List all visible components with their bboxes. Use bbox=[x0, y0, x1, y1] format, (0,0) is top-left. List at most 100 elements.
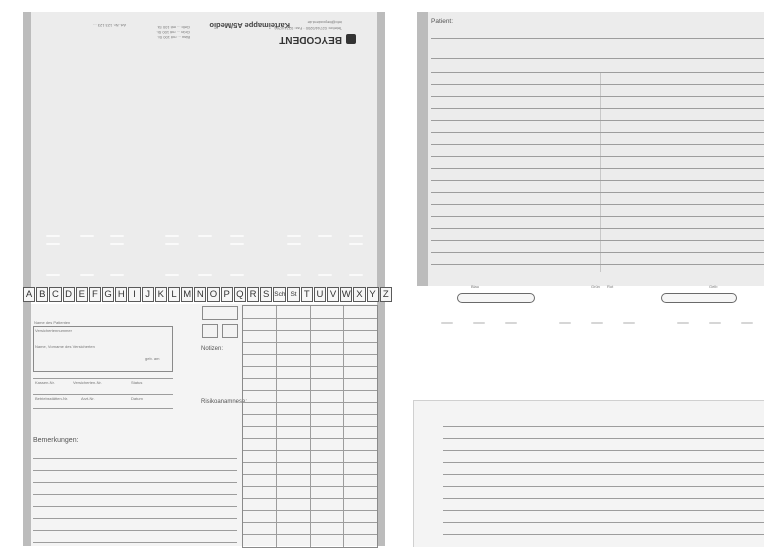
register-tab[interactable]: U bbox=[313, 287, 326, 302]
notes-box-left bbox=[202, 324, 218, 338]
notes-label: Notizen: bbox=[201, 346, 224, 352]
record-line bbox=[431, 252, 764, 253]
left-card-top-panel bbox=[31, 12, 377, 288]
slot-label: Gelb bbox=[709, 284, 718, 289]
risk-history-label: Risikoanamnese: bbox=[201, 399, 248, 405]
perforation-dash bbox=[165, 235, 179, 237]
register-tab[interactable]: V bbox=[326, 287, 340, 302]
record-line bbox=[431, 228, 764, 229]
register-tab[interactable]: X bbox=[353, 287, 366, 302]
form-rule bbox=[33, 378, 173, 379]
fine-print-2: info@beycodent.de bbox=[307, 20, 342, 25]
perforation-dash bbox=[709, 322, 721, 324]
remarks-line bbox=[33, 518, 237, 519]
grid-row-line bbox=[243, 414, 377, 415]
pocket-line bbox=[443, 510, 764, 511]
patient-label: Patient: bbox=[431, 18, 454, 25]
register-tab[interactable]: C bbox=[49, 287, 62, 302]
left-margin-strip bbox=[23, 12, 31, 546]
perforation-dash bbox=[349, 235, 363, 237]
notes-box-right bbox=[222, 324, 238, 338]
perforation-dash bbox=[287, 274, 301, 276]
register-tab[interactable]: H bbox=[115, 287, 128, 302]
slot-label: Grün bbox=[591, 284, 600, 289]
brand-name: BEYCODENT bbox=[279, 34, 342, 45]
register-tab[interactable]: T bbox=[300, 287, 313, 302]
perforation-dash bbox=[230, 243, 244, 245]
record-line bbox=[431, 216, 764, 217]
right-card: Patient: Blau Grün Rot Gelb bbox=[413, 12, 764, 547]
register-tab[interactable]: E bbox=[75, 287, 88, 302]
record-line bbox=[431, 192, 764, 193]
perforation-dash bbox=[318, 274, 332, 276]
company-fine-print-upside-down: Art.-Nr. 123 123 ... bbox=[56, 16, 126, 28]
record-line bbox=[431, 180, 764, 181]
register-tab[interactable]: N bbox=[194, 287, 207, 302]
grid-row-line bbox=[243, 474, 377, 475]
pocket-line bbox=[443, 534, 764, 535]
pocket-line bbox=[443, 450, 764, 451]
register-tab[interactable]: St bbox=[287, 287, 300, 302]
register-tab[interactable]: Z bbox=[379, 287, 392, 302]
insured-number-label: Versicherten-Nr. bbox=[73, 380, 102, 385]
register-tab[interactable]: R bbox=[246, 287, 260, 302]
register-tab[interactable]: Y bbox=[366, 287, 379, 302]
register-tab[interactable]: I bbox=[128, 287, 141, 302]
pocket-line bbox=[443, 486, 764, 487]
record-line bbox=[431, 84, 764, 85]
register-tab[interactable]: P bbox=[220, 287, 233, 302]
left-card-form: Name des Patienten Versichertennummer Na… bbox=[31, 304, 378, 548]
binding-slot-right bbox=[661, 293, 737, 303]
perforation-dash bbox=[741, 322, 753, 324]
record-line bbox=[431, 144, 764, 145]
register-tab[interactable]: Q bbox=[233, 287, 246, 302]
treatment-grid bbox=[242, 305, 378, 548]
date-label: Datum bbox=[131, 396, 143, 401]
perforation-dash bbox=[110, 243, 124, 245]
grid-row-line bbox=[243, 486, 377, 487]
binding-slot-left bbox=[457, 293, 535, 303]
grid-row-line bbox=[243, 498, 377, 499]
insurance-number-label: Versichertennummer bbox=[35, 328, 72, 333]
pocket-line bbox=[443, 474, 764, 475]
insurer-number-label: Kassen-Nr. bbox=[35, 380, 55, 385]
register-tab[interactable]: Sch bbox=[273, 287, 287, 302]
grid-row-line bbox=[243, 450, 377, 451]
register-tab[interactable]: G bbox=[102, 287, 115, 302]
perforation-dash bbox=[230, 235, 244, 237]
register-tab[interactable]: F bbox=[88, 287, 102, 302]
grid-row-line bbox=[243, 462, 377, 463]
form-rule bbox=[33, 408, 173, 409]
perforation-dash bbox=[80, 274, 94, 276]
remarks-line bbox=[33, 482, 237, 483]
perforation-dash bbox=[473, 322, 485, 324]
register-tab[interactable]: S bbox=[260, 287, 273, 302]
record-line bbox=[431, 96, 764, 97]
register-tab[interactable]: W bbox=[340, 287, 353, 302]
perforation-dash bbox=[677, 322, 689, 324]
slot-label: Blau bbox=[471, 284, 480, 289]
register-tab[interactable]: L bbox=[167, 287, 181, 302]
grid-row-line bbox=[243, 378, 377, 379]
register-tab[interactable]: A bbox=[23, 287, 36, 302]
register-tab[interactable]: B bbox=[36, 287, 49, 302]
remarks-line bbox=[33, 470, 237, 471]
perforation-dash bbox=[46, 235, 60, 237]
register-tab[interactable]: K bbox=[154, 287, 167, 302]
perforation-dash bbox=[46, 274, 60, 276]
record-line bbox=[431, 72, 764, 73]
register-tab[interactable]: M bbox=[181, 287, 194, 302]
perforation-dash bbox=[165, 243, 179, 245]
remarks-line bbox=[33, 458, 237, 459]
fine-print-5: Gelb ... mit 100 St. bbox=[156, 25, 190, 30]
register-tab[interactable]: O bbox=[207, 287, 220, 302]
right-card-margin-strip bbox=[417, 12, 428, 286]
pocket-line bbox=[443, 498, 764, 499]
register-tab[interactable]: D bbox=[62, 287, 75, 302]
perforation-dash bbox=[623, 322, 635, 324]
patient-line bbox=[431, 38, 764, 39]
record-line bbox=[431, 156, 764, 157]
record-line bbox=[431, 264, 764, 265]
form-rule bbox=[33, 394, 173, 395]
register-tab[interactable]: J bbox=[141, 287, 154, 302]
